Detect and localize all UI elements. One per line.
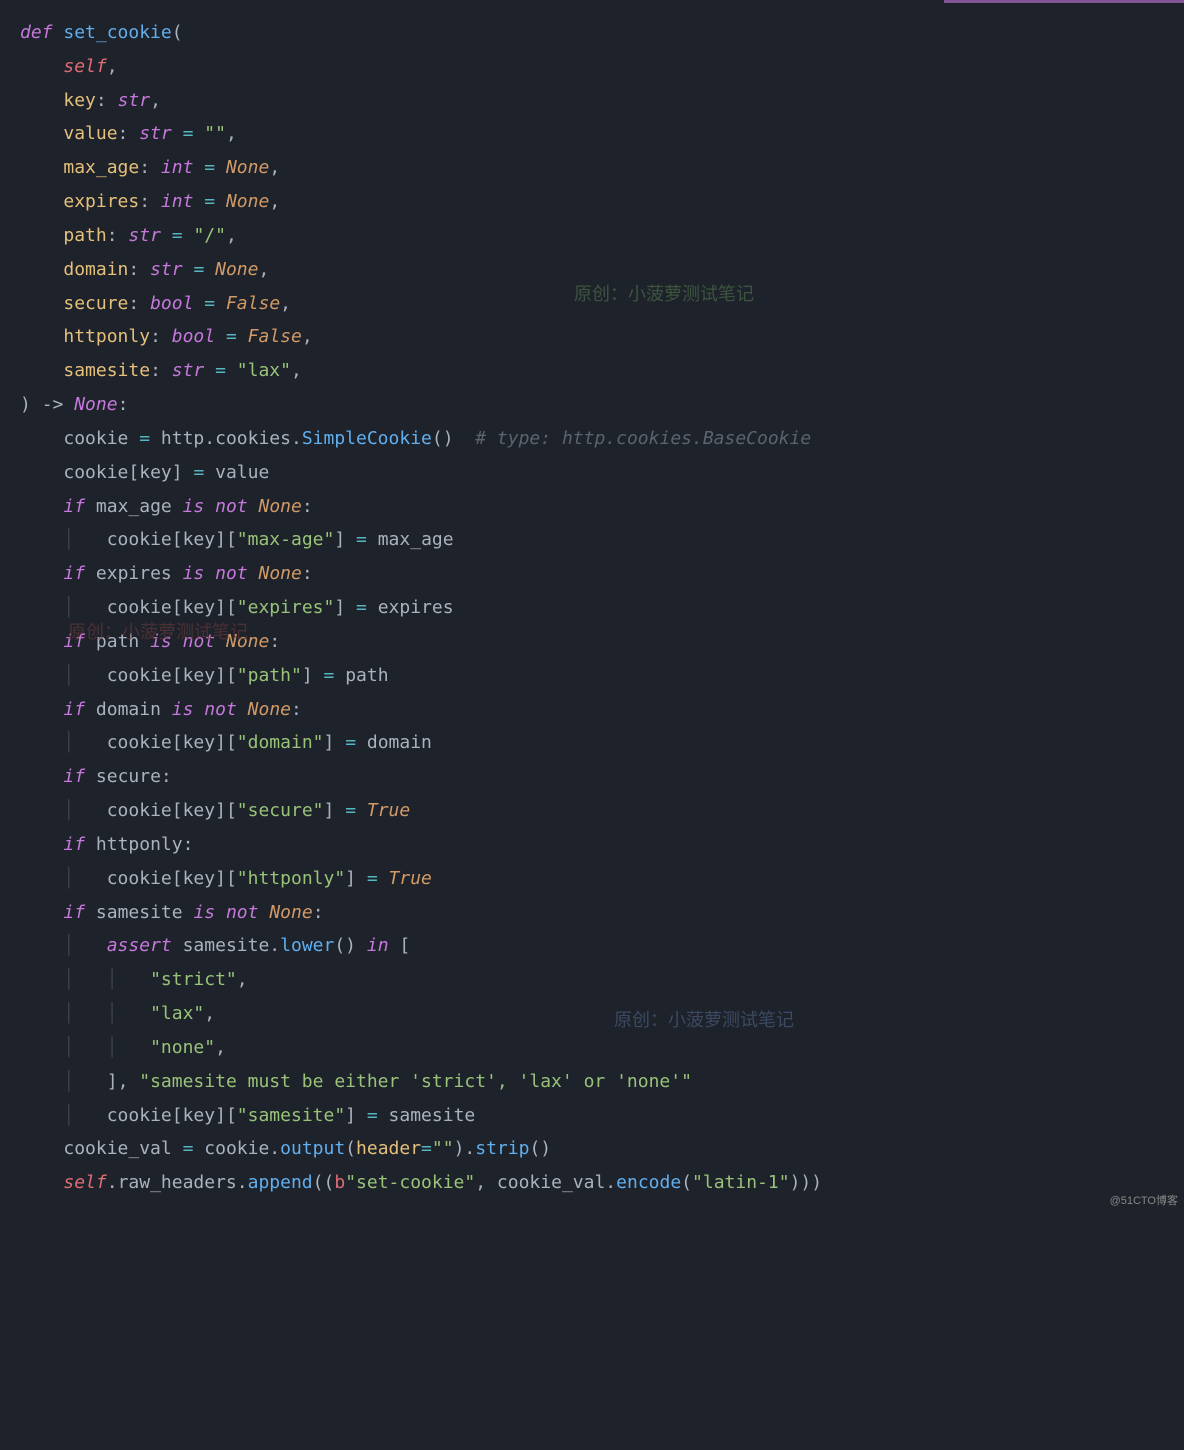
code-line: domain: str = None,	[20, 259, 269, 280]
code-line: secure: bool = False,	[20, 293, 291, 314]
code-line: │ cookie[key]["expires"] = expires	[20, 597, 454, 618]
code-line: if domain is not None:	[20, 699, 302, 720]
code-line: if expires is not None:	[20, 563, 313, 584]
code-line: if httponly:	[20, 834, 193, 855]
code-line: expires: int = None,	[20, 191, 280, 212]
code-line: cookie = http.cookies.SimpleCookie() # t…	[20, 428, 811, 449]
code-line: if secure:	[20, 766, 172, 787]
code-line: self,	[20, 56, 118, 77]
code-line: self.raw_headers.append((b"set-cookie", …	[20, 1172, 822, 1193]
code-line: │ cookie[key]["httponly"] = True	[20, 868, 432, 889]
code-line: │ assert samesite.lower() in [	[20, 935, 410, 956]
code-line: cookie[key] = value	[20, 462, 269, 483]
top-accent-bar	[944, 0, 1184, 3]
code-line: │ ], "samesite must be either 'strict', …	[20, 1071, 692, 1092]
code-line: │ │ "none",	[20, 1037, 226, 1058]
code-line: def set_cookie(	[20, 22, 183, 43]
code-line: value: str = "",	[20, 123, 237, 144]
code-line: if max_age is not None:	[20, 496, 313, 517]
code-line: max_age: int = None,	[20, 157, 280, 178]
footer-attribution: @51CTO博客	[1110, 1191, 1178, 1212]
code-line: cookie_val = cookie.output(header="").st…	[20, 1138, 551, 1159]
code-block: def set_cookie( self, key: str, value: s…	[20, 16, 1184, 1200]
code-line: path: str = "/",	[20, 225, 237, 246]
code-line: httponly: bool = False,	[20, 326, 313, 347]
code-line: ) -> None:	[20, 394, 128, 415]
code-line: if samesite is not None:	[20, 902, 324, 923]
code-line: │ │ "lax",	[20, 1003, 215, 1024]
code-line: │ cookie[key]["path"] = path	[20, 665, 389, 686]
code-line: if path is not None:	[20, 631, 280, 652]
code-line: │ cookie[key]["max-age"] = max_age	[20, 529, 454, 550]
code-line: │ cookie[key]["domain"] = domain	[20, 732, 432, 753]
code-line: │ cookie[key]["secure"] = True	[20, 800, 410, 821]
code-line: samesite: str = "lax",	[20, 360, 302, 381]
code-line: │ │ "strict",	[20, 969, 248, 990]
code-line: │ cookie[key]["samesite"] = samesite	[20, 1105, 475, 1126]
code-line: key: str,	[20, 90, 161, 111]
